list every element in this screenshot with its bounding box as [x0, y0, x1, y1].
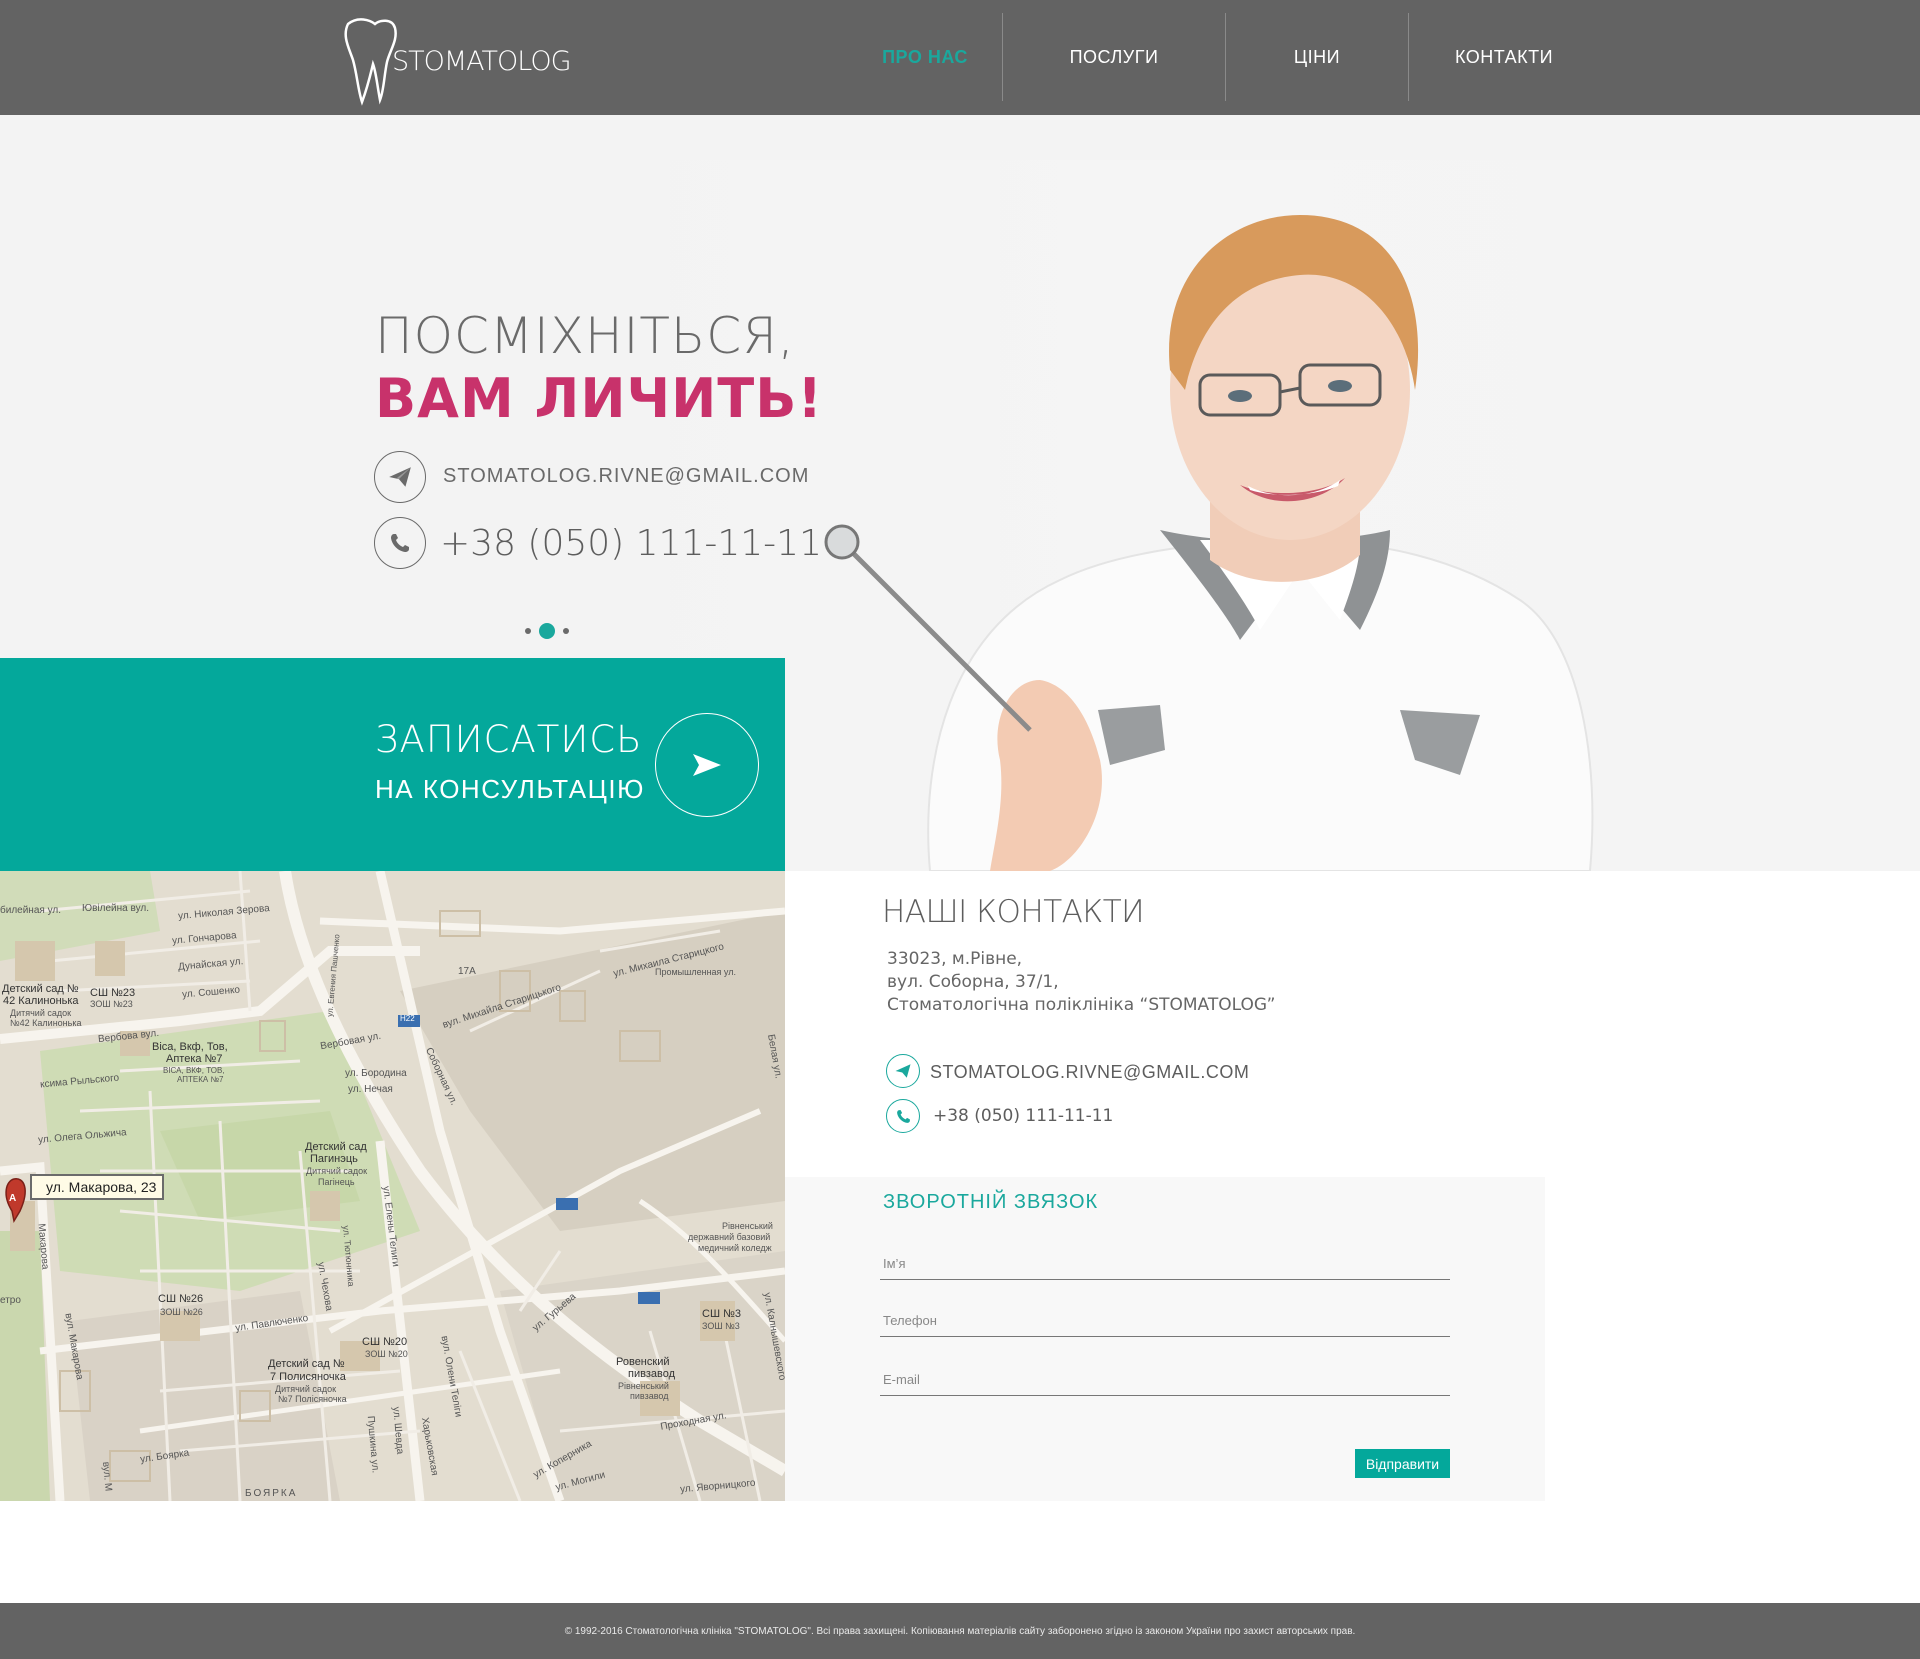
email-field — [880, 1364, 1450, 1396]
map-label: Ювілейна вул. — [82, 903, 149, 914]
map-label: Промышленная ул. — [655, 967, 736, 977]
map-label: Детский сад № — [268, 1358, 345, 1370]
site-footer: © 1992-2016 Стоматологічна клініка "STOM… — [0, 1603, 1920, 1659]
slider-dot[interactable] — [563, 628, 569, 634]
footer-copyright: © 1992-2016 Стоматологічна клініка "STOM… — [564, 1625, 1356, 1637]
hero-email[interactable]: STOMATOLOG.RIVNE@GMAIL.COM — [443, 465, 809, 488]
map-label: ул. Бородина — [345, 1068, 407, 1079]
cta-banner[interactable]: ЗАПИСАТИСЬ НА КОНСУЛЬТАЦІЮ — [0, 658, 785, 871]
email-input[interactable] — [880, 1364, 1450, 1395]
dentist-photo — [600, 160, 1920, 872]
map-label: Рівненський — [618, 1381, 669, 1391]
map-label: Ровенский — [616, 1356, 670, 1368]
map-label: етро — [0, 1295, 21, 1306]
map-label: №7 Полісяночка — [278, 1394, 347, 1404]
phone-icon — [391, 534, 409, 552]
slider-dot[interactable] — [525, 628, 531, 634]
map-label: ЗОШ №20 — [365, 1349, 408, 1359]
hero-email-icon-circle — [374, 451, 426, 503]
paper-plane-icon — [895, 1064, 911, 1078]
arrow-right-icon — [693, 754, 721, 776]
map-label: Віса, Вкф, Тов, — [152, 1041, 228, 1053]
map-label: Детский сад № — [2, 983, 79, 995]
name-input[interactable] — [880, 1248, 1450, 1279]
map-label: АПТЕКА №7 — [177, 1075, 224, 1084]
site-header: STOMATOLOG ПРО НАС ПОСЛУГИ ЦІНИ КОНТАКТИ — [0, 0, 1920, 115]
map-label: Пагинэць — [310, 1153, 358, 1165]
form-title: ЗВОРОТНІЙ ЗВЯЗОК — [883, 1191, 1099, 1213]
cta-button[interactable] — [655, 713, 759, 817]
contacts-title: НАШІ КОНТАКТИ — [882, 894, 1145, 930]
contact-address-line: Стоматологічна поліклініка “STOMATOLOG” — [887, 995, 1276, 1015]
hero-section: ПОСМІХНІТЬСЯ, ВАМ ЛИЧИТЬ! STOMATOLOG.RIV… — [0, 115, 1920, 872]
map-label: СШ №26 — [158, 1293, 204, 1305]
hero-title-line2: ВАМ ЛИЧИТЬ! — [375, 367, 823, 430]
nav-about[interactable]: ПРО НАС — [860, 0, 990, 115]
feedback-form: ЗВОРОТНІЙ ЗВЯЗОК Відправити — [785, 1177, 1545, 1501]
map-label: Дитячий садок — [10, 1008, 72, 1018]
map-label: СШ №20 — [362, 1336, 408, 1348]
map-label: медичний коледж — [698, 1243, 772, 1253]
map-label: ул. Нечая — [348, 1084, 393, 1095]
contact-phone[interactable]: +38 (050) 111-11-11 — [933, 1106, 1113, 1126]
map-label: ВІСА, ВКФ, ТОВ, — [163, 1066, 225, 1075]
hero-phone-icon-circle — [374, 517, 426, 569]
map-label: державний базовий — [688, 1232, 771, 1242]
map-label: пивзавод — [628, 1368, 675, 1380]
map-label: Аптека №7 — [166, 1053, 223, 1065]
logo-text: STOMATOLOG — [392, 46, 572, 77]
contact-address-line: 33023, м.Рівне, — [887, 949, 1023, 969]
phone-input[interactable] — [880, 1305, 1450, 1336]
map-label: Дитячий садок — [275, 1384, 337, 1394]
map-label: билейная ул. — [0, 905, 61, 916]
contact-phone-icon-circle — [886, 1099, 920, 1133]
map-label: 17А — [458, 966, 476, 977]
map-label: Детский сад — [305, 1141, 367, 1153]
slider-dot-active[interactable] — [539, 623, 555, 639]
map-label: H22 — [400, 1014, 415, 1023]
map-label: СШ №23 — [90, 987, 136, 999]
cta-subtitle: НА КОНСУЛЬТАЦІЮ — [375, 774, 645, 804]
phone-icon — [896, 1109, 910, 1123]
nav-services[interactable]: ПОСЛУГИ — [1003, 0, 1225, 115]
map-label: №42 Калинонька — [10, 1018, 82, 1028]
hero-title-line1: ПОСМІХНІТЬСЯ, — [375, 307, 795, 365]
paper-plane-icon — [389, 467, 411, 487]
name-field — [880, 1248, 1450, 1280]
contact-email[interactable]: STOMATOLOG.RIVNE@GMAIL.COM — [930, 1062, 1249, 1083]
cta-title: ЗАПИСАТИСЬ — [375, 718, 643, 761]
map-label: БОЯРКА — [245, 1488, 298, 1499]
map-label: ЗОШ №26 — [160, 1307, 203, 1317]
map-label: Дитячий садок — [306, 1166, 368, 1176]
logo[interactable]: STOMATOLOG — [340, 14, 580, 106]
nav-contacts[interactable]: КОНТАКТИ — [1409, 0, 1599, 115]
map-label: Пагінець — [318, 1177, 355, 1187]
dentist-portrait — [824, 215, 1594, 872]
submit-button[interactable]: Відправити — [1355, 1449, 1450, 1478]
slider-dots — [525, 623, 569, 639]
map-label: ЗОШ №23 — [90, 999, 133, 1009]
map-marker-letter: A — [9, 1193, 16, 1204]
phone-field — [880, 1305, 1450, 1337]
map-label: 7 Полисяночка — [270, 1371, 346, 1383]
tooth-icon — [344, 18, 397, 106]
map-label: Рівненський — [722, 1221, 773, 1231]
contact-address-line: вул. Соборна, 37/1, — [887, 972, 1059, 992]
contact-email-icon-circle — [886, 1054, 920, 1088]
location-map[interactable]: A ул. Макарова, 23 билейная ул. Ювілейна… — [0, 871, 785, 1501]
map-label: пивзавод — [630, 1391, 669, 1401]
hero-phone[interactable]: +38 (050) 111-11-11 — [440, 523, 822, 564]
map-marker-label[interactable]: ул. Макарова, 23 — [30, 1174, 164, 1200]
map-label: ЗОШ №3 — [702, 1321, 740, 1331]
map-label: СШ №3 — [702, 1308, 741, 1320]
map-label: 42 Калинонька — [3, 995, 79, 1007]
nav-prices[interactable]: ЦІНИ — [1226, 0, 1408, 115]
